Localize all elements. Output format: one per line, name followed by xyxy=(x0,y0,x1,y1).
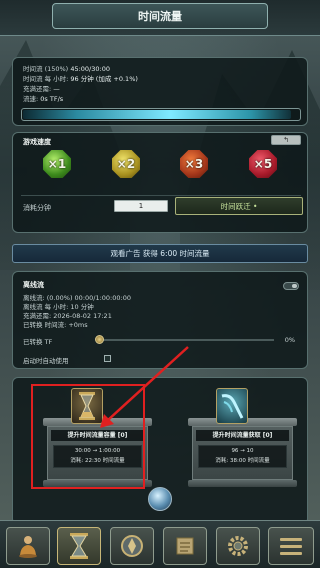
menu-icon xyxy=(280,538,302,555)
nav-time-button[interactable] xyxy=(57,527,101,565)
gear-icon xyxy=(228,536,248,556)
nav-settings-button[interactable] xyxy=(216,527,260,565)
nav-scroll-button[interactable] xyxy=(163,527,207,565)
monk-icon xyxy=(19,536,37,558)
bottom-navigation xyxy=(0,520,320,568)
nav-emblem-button[interactable] xyxy=(110,527,154,565)
nav-hero-button[interactable] xyxy=(6,527,50,565)
shield-emblem-icon xyxy=(121,535,143,557)
scroll-icon xyxy=(176,537,194,555)
pointer-arrow-overlay xyxy=(100,346,189,428)
nav-menu-button[interactable] xyxy=(268,527,314,565)
hourglass-icon xyxy=(70,533,88,559)
crystal-orb-icon xyxy=(148,487,172,511)
